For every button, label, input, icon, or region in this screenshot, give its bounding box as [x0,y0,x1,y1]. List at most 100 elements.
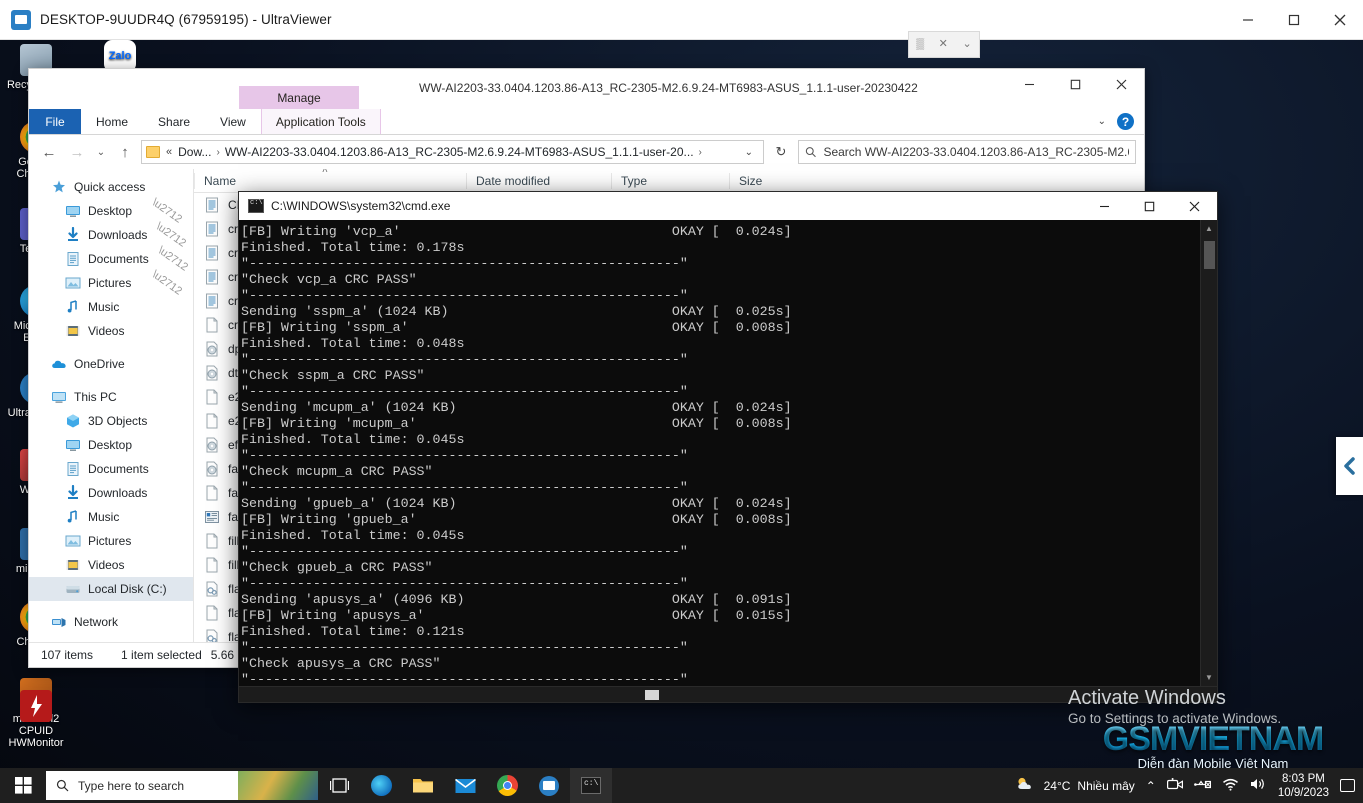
sidebar-item-documents[interactable]: Documents \u2712 [29,244,193,274]
scrollbar-thumb[interactable] [1203,241,1215,269]
tab-application-tools[interactable]: Application Tools [260,109,381,134]
sidebar-item-quick-access[interactable]: Quick access [29,175,193,199]
cmd-content-area[interactable]: [FB] Writing 'vcp_a' OKAY [ 0.024s] Fini… [239,220,1217,686]
tab-share[interactable]: Share [143,109,205,134]
pin-icon[interactable]: \u2712 [155,244,189,273]
ultraviewer-title: DESKTOP-9UUDR4Q (67959195) - UltraViewer [40,12,332,27]
sidebar-collapse-tab[interactable] [1336,437,1363,495]
sidebar-item-local-disk-c[interactable]: Local Disk (C:) [29,577,193,601]
sidebar-item-downloads[interactable]: Downloads \u2712 [29,220,193,250]
chrome-icon[interactable] [486,768,528,803]
close-button[interactable] [1098,69,1144,99]
chevron-down-icon[interactable]: ⌄ [962,39,971,50]
usb-icon[interactable] [1193,778,1211,794]
sidebar-item-label: Pictures [88,276,132,290]
column-header-name[interactable]: Name [194,172,466,189]
disc-file-icon [204,341,220,357]
sidebar-item-label: Local Disk (C:) [88,582,167,596]
sidebar-item-music-pc[interactable]: Music [29,505,193,529]
sort-indicator: ˄ [322,169,328,176]
chevron-down-icon[interactable]: ⌄ [739,147,759,158]
this-pc-icon [51,389,67,405]
grid-icon[interactable]: ▒ [916,39,924,50]
task-view-icon[interactable] [318,768,360,803]
refresh-button[interactable]: ↻ [768,140,794,164]
maximize-button[interactable] [1271,0,1317,40]
desktop-icon-cpuid-hwmonitor[interactable]: CPUID HWMonitor [0,690,72,749]
pin-icon[interactable]: \u2712 [150,196,184,225]
sidebar-item-3d-objects[interactable]: 3D Objects [29,409,193,433]
sidebar-item-videos[interactable]: Videos [29,319,193,343]
tab-file[interactable]: File [29,109,81,134]
cmd-horizontal-scrollbar[interactable] [239,686,1217,702]
edge-icon[interactable] [360,768,402,803]
text-file-icon [204,221,220,237]
close-button[interactable] [1172,192,1217,220]
sidebar-item-desktop-pc[interactable]: Desktop [29,433,193,457]
wifi-icon[interactable] [1222,778,1239,794]
volume-icon[interactable] [1250,777,1267,794]
sidebar-item-pictures[interactable]: Pictures \u2712 [29,268,193,298]
cmd-vertical-scrollbar[interactable]: ▲ ▼ [1200,220,1217,686]
breadcrumb-separator: › [698,146,702,158]
help-icon[interactable]: ? [1117,113,1134,130]
sidebar-item-downloads-pc[interactable]: Downloads [29,481,193,505]
ultraviewer-icon[interactable] [528,768,570,803]
pin-icon[interactable]: \u2712 [150,268,184,297]
search-input[interactable]: Type here to search [46,771,318,800]
column-header-type[interactable]: Type [611,172,729,189]
chevron-up-icon[interactable]: ⌃ [1146,779,1156,793]
sidebar-item-music[interactable]: Music [29,295,193,319]
scrollbar-thumb[interactable] [645,690,659,700]
sidebar-item-videos-pc[interactable]: Videos [29,553,193,577]
explorer-window-buttons [1006,69,1144,99]
sidebar-item-network[interactable]: Network [29,610,193,634]
column-header-size[interactable]: Size [729,172,809,189]
ultraviewer-float-toolbar[interactable]: ▒ ✕ ⌄ [908,31,980,58]
scroll-up-arrow[interactable]: ▲ [1201,220,1218,237]
windows-start-icon[interactable] [0,768,46,803]
tab-home[interactable]: Home [81,109,143,134]
sidebar-item-documents-pc[interactable]: Documents [29,457,193,481]
blank-file-icon [204,413,220,429]
tab-manage[interactable]: Manage [239,86,359,109]
back-button[interactable]: ← [37,140,61,164]
sidebar-item-onedrive[interactable]: OneDrive [29,352,193,376]
pin-icon[interactable]: \u2712 [154,220,188,249]
cpuid-hwmonitor-icon [20,690,52,722]
clock[interactable]: 8:03 PM 10/9/2023 [1278,772,1329,800]
breadcrumb-overflow[interactable]: « [166,146,172,158]
mail-icon[interactable] [444,768,486,803]
scroll-down-arrow[interactable]: ▼ [1201,669,1218,686]
recent-locations-button[interactable]: ⌄ [93,140,109,164]
breadcrumb-item-downloads[interactable]: Dow... [178,145,211,159]
camera-icon[interactable] [1166,777,1183,794]
breadcrumb-item-folder[interactable]: WW-AI2203-33.0404.1203.86-A13_RC-2305-M2… [225,145,694,159]
sidebar-item-label: Desktop [88,204,133,218]
file-explorer-icon[interactable] [402,768,444,803]
up-button[interactable]: ↑ [113,140,137,164]
weather-widget[interactable]: 24°C Nhiều mây [1015,776,1135,795]
minimize-button[interactable] [1006,69,1052,99]
maximize-button[interactable] [1127,192,1172,220]
sidebar-item-desktop[interactable]: Desktop \u2712 [29,196,193,226]
minimize-button[interactable] [1082,192,1127,220]
maximize-button[interactable] [1052,69,1098,99]
cmd-icon [248,199,264,213]
partly-cloudy-icon [1015,776,1037,795]
column-header-date-modified[interactable]: Date modified [466,172,611,189]
tab-view[interactable]: View [205,109,261,134]
breadcrumb[interactable]: « Dow... › WW-AI2203-33.0404.1203.86-A13… [141,140,764,164]
move-icon[interactable]: ✕ [939,39,948,50]
chevron-down-icon[interactable]: ⌄ [1098,116,1106,127]
search-input[interactable]: Search WW-AI2203-33.0404.1203.86-A13_RC-… [798,140,1136,164]
sidebar-item-pictures-pc[interactable]: Pictures [29,529,193,553]
notification-icon[interactable] [1340,779,1355,792]
cmd-icon[interactable]: c:\ [570,768,612,803]
close-button[interactable] [1317,0,1363,40]
minimize-button[interactable] [1225,0,1271,40]
forward-button[interactable]: → [65,140,89,164]
folder-icon [146,146,160,158]
sidebar-item-this-pc[interactable]: This PC [29,385,193,409]
